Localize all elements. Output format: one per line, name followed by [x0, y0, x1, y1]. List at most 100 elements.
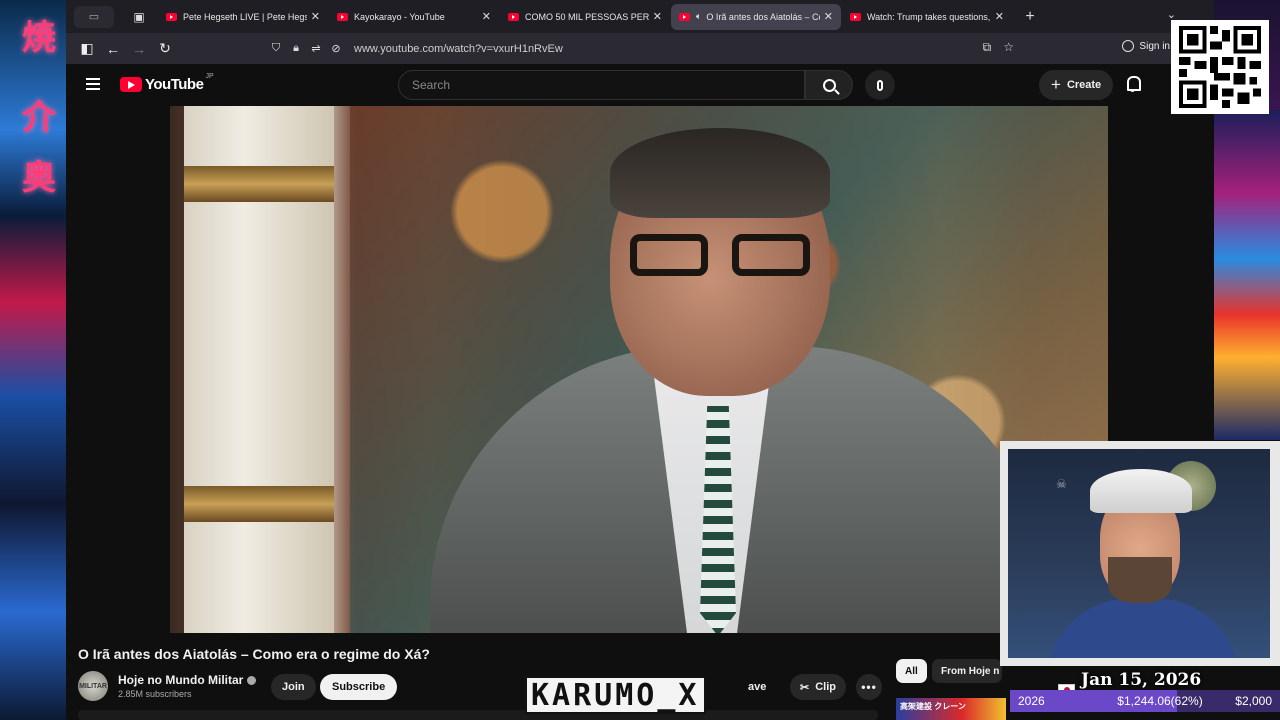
close-tab-icon[interactable]: ✕: [482, 10, 491, 23]
sign-in-label: Sign in: [1139, 40, 1170, 52]
browser-tab[interactable]: COMO 50 MIL PESSOAS PERDERAM ✕: [500, 4, 670, 30]
webcam-feed: ☠: [1008, 449, 1270, 658]
close-tab-icon[interactable]: ✕: [311, 10, 320, 23]
browser-tab[interactable]: Watch: Trump takes questions, d ✕: [842, 4, 1012, 30]
related-video-thumbnail[interactable]: 高架建設 クレーン: [896, 698, 1006, 720]
clip-button[interactable]: ✂ Clip: [790, 674, 846, 700]
youtube-wordmark: YouTube: [145, 76, 204, 93]
neon-sign-glyph: 焼: [22, 18, 56, 58]
video-frame-subject-hair: [610, 128, 830, 218]
permissions-icon[interactable]: ⇌: [306, 42, 326, 55]
verified-badge-icon: [247, 675, 257, 685]
close-tab-icon[interactable]: ✕: [995, 10, 1004, 23]
picture-in-picture-icon[interactable]: ⧉: [983, 40, 992, 55]
neon-sign-glyph: 奥: [22, 158, 56, 198]
region-code: JP: [205, 73, 214, 80]
video-frame-subject-glasses: [630, 234, 810, 278]
youtube-favicon-icon: [166, 12, 177, 21]
youtube-favicon-icon: [337, 12, 348, 21]
video-player[interactable]: [170, 106, 1108, 633]
bookmark-star-icon[interactable]: ☆: [1003, 40, 1014, 55]
window-switcher-button[interactable]: ▭: [74, 5, 114, 28]
neon-background-right: [1214, 110, 1280, 440]
channel-name: Hoje no Mundo Militar: [118, 673, 244, 687]
related-thumb-text: 高架建設 クレーン: [900, 702, 966, 711]
new-tab-button[interactable]: +: [1019, 8, 1041, 26]
youtube-favicon-icon: [850, 12, 861, 21]
address-bar-actions: ⧉ ☆: [983, 40, 1014, 55]
microphone-icon: [877, 79, 883, 91]
skull-icon: ☠: [1056, 477, 1067, 491]
tab-label: O Irã antes dos Aiatolás – Como: [706, 11, 819, 22]
account-icon: [1122, 40, 1135, 52]
more-actions-button[interactable]: •••: [856, 674, 882, 700]
tab-label: Watch: Trump takes questions, d: [867, 11, 991, 22]
goal-year: 2026: [1018, 694, 1045, 708]
create-button[interactable]: + Create: [1039, 70, 1114, 100]
tab-label: Kayokarayo - YouTube: [354, 11, 445, 22]
webcam-streamer-beard: [1108, 557, 1172, 603]
browser-tab[interactable]: 🔈︎ O Irã antes dos Aiatolás – Como ✕: [671, 3, 841, 30]
goal-amount: $1,244.06(62%): [1117, 694, 1203, 708]
subscriber-count: 2.85M subscribers: [118, 689, 192, 699]
menu-hamburger-icon[interactable]: [86, 78, 100, 93]
forward-button[interactable]: →: [126, 41, 152, 57]
close-tab-icon[interactable]: ✕: [824, 10, 833, 23]
subscribe-button[interactable]: Subscribe: [320, 674, 398, 700]
plus-icon: +: [1051, 75, 1061, 94]
voice-search-button[interactable]: [865, 70, 895, 100]
save-button[interactable]: ave: [742, 674, 766, 700]
chip-all[interactable]: All: [896, 659, 927, 683]
back-button[interactable]: ←: [100, 41, 126, 57]
goal-max: $2,000: [1235, 694, 1272, 708]
webcam-streamer-body: [1048, 599, 1238, 658]
browser-tab[interactable]: Kayokarayo - YouTube ✕: [329, 4, 499, 30]
youtube-logo[interactable]: YouTube JP: [120, 73, 214, 93]
search-placeholder: Search: [412, 78, 451, 92]
youtube-header: YouTube JP Search + Create: [66, 64, 1214, 106]
channel-avatar-text: MILITAR: [79, 682, 107, 690]
tab-bar: ▭ ▣ Pete Hegseth LIVE | Pete Hegseth✕Kay…: [66, 0, 1214, 33]
video-title: O Irã antes dos Aiatolás – Como era o re…: [78, 646, 430, 662]
qr-code: [1171, 20, 1269, 114]
autoplay-blocked-icon[interactable]: ⊘: [326, 42, 346, 55]
qr-code-icon: [1179, 26, 1261, 108]
channel-avatar[interactable]: MILITAR: [78, 671, 108, 701]
close-tab-icon[interactable]: ✕: [653, 10, 662, 23]
screen: 焼 介 奥 ▭ ▣ Pete Hegseth LIVE | Pete Hegse…: [0, 0, 1280, 720]
reload-button[interactable]: ↻: [152, 40, 178, 57]
shield-icon[interactable]: ⛉: [266, 42, 286, 55]
tab-groups-icon[interactable]: ▣: [128, 6, 150, 28]
description-box[interactable]: [78, 710, 878, 720]
chip-from-channel[interactable]: From Hoje n: [932, 659, 1002, 683]
notifications-bell-icon[interactable]: [1126, 76, 1141, 92]
sign-in-button[interactable]: Sign in: [1122, 40, 1170, 52]
lock-icon[interactable]: 🔒︎: [286, 42, 306, 55]
video-frame-pillar: [184, 106, 334, 633]
neon-sign-glyph: 介: [22, 98, 56, 138]
channel-name-link[interactable]: Hoje no Mundo Militar: [118, 673, 257, 687]
search-icon: [822, 78, 836, 92]
tab-strip: Pete Hegseth LIVE | Pete Hegseth✕Kayokar…: [158, 3, 1013, 30]
webcam-overlay: ☠: [1000, 441, 1280, 666]
youtube-play-logo-icon: [120, 77, 142, 92]
streamer-watermark: KARUMO_X: [525, 676, 706, 714]
donation-goal-bar: 2026 $1,244.06(62%) $2,000: [1010, 690, 1280, 712]
youtube-favicon-icon: [508, 12, 519, 21]
navigation-bar: ◧ ← → ↻ ⛉ 🔒︎ ⇌ ⊘ www.youtube.com/watch?v…: [66, 33, 1214, 64]
youtube-favicon-icon: [679, 12, 690, 21]
scissors-icon: ✂: [800, 681, 810, 694]
tab-label: Pete Hegseth LIVE | Pete Hegseth: [183, 11, 307, 22]
webcam-streamer-cap: [1090, 469, 1192, 513]
search-input[interactable]: Search: [398, 70, 805, 100]
tab-label: COMO 50 MIL PESSOAS PERDERAM: [525, 11, 649, 22]
create-label: Create: [1066, 79, 1102, 91]
sidebar-toggle-icon[interactable]: ◧: [74, 40, 100, 57]
browser-tab[interactable]: Pete Hegseth LIVE | Pete Hegseth ✕: [158, 4, 328, 30]
speaker-icon[interactable]: 🔈︎: [696, 11, 701, 22]
search-button[interactable]: [805, 70, 853, 100]
address-bar[interactable]: ⛉ 🔒︎ ⇌ ⊘ www.youtube.com/watch?v=vxurH1n…: [266, 37, 1026, 60]
clip-label: Clip: [815, 681, 836, 693]
url-text[interactable]: www.youtube.com/watch?v=vxurH1nRvEw: [354, 43, 563, 55]
join-button[interactable]: Join: [271, 674, 316, 700]
